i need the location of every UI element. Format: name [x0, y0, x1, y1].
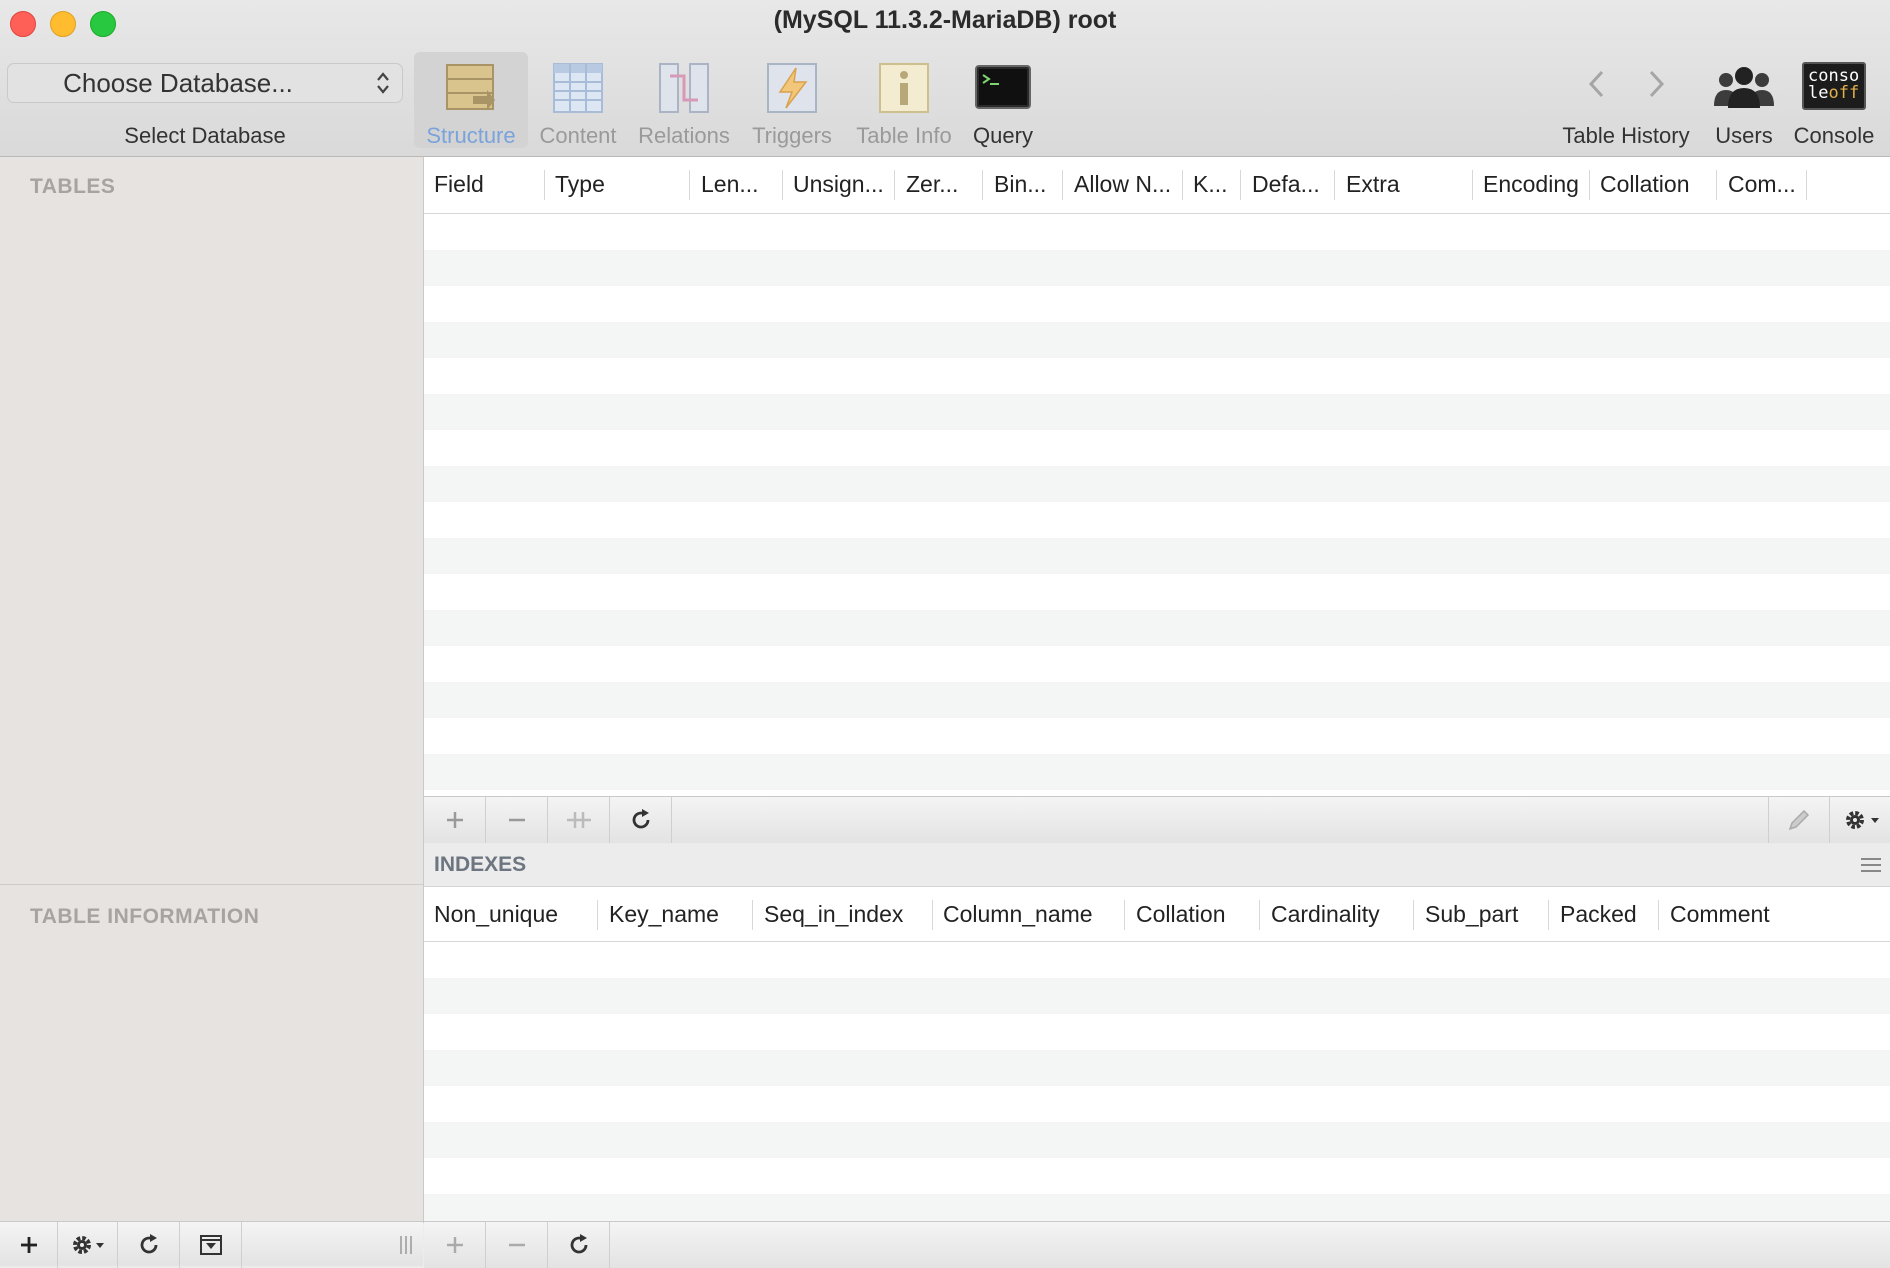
tab-content[interactable]: Content [532, 52, 624, 148]
fields-settings-menu-button[interactable] [1836, 797, 1890, 843]
select-database-caption: Select Database [124, 123, 286, 148]
plus-icon [446, 1237, 463, 1253]
tab-structure-label: Structure [426, 123, 516, 148]
content-table-icon [553, 63, 603, 113]
minus-icon [508, 818, 525, 822]
refresh-icon [140, 1234, 157, 1254]
tab-table-info[interactable]: Table Info [848, 52, 960, 148]
indexes-toolbar [424, 1221, 1890, 1268]
forward-arrow-icon[interactable] [1645, 68, 1667, 100]
fields-toolbar [424, 796, 1890, 843]
users-label: Users [1715, 123, 1773, 148]
indexes-table-body[interactable] [424, 942, 1890, 1222]
tab-query-label: Query [973, 123, 1033, 148]
tab-triggers-label: Triggers [752, 123, 832, 148]
table-info-icon [879, 63, 929, 113]
index-column-comment[interactable]: Comment [1670, 901, 1770, 928]
column-header-unsigned[interactable]: Unsign... [793, 171, 884, 198]
tab-query[interactable]: Query [962, 52, 1044, 148]
structure-icon [446, 64, 495, 110]
relations-icon [659, 63, 709, 113]
index-column-packed[interactable]: Packed [1560, 901, 1637, 928]
tab-relations-label: Relations [638, 123, 730, 148]
column-header-key[interactable]: K... [1193, 171, 1228, 198]
tab-structure[interactable]: Structure [414, 52, 528, 148]
fields-table-header: Field Type Len... Unsign... Zer... Bin..… [424, 157, 1890, 214]
terminal-icon [975, 65, 1031, 109]
add-field-button[interactable] [424, 797, 486, 843]
index-column-seq-in-index[interactable]: Seq_in_index [764, 901, 903, 928]
tab-table-info-label: Table Info [856, 123, 952, 148]
users-icon [1714, 67, 1774, 108]
back-arrow-icon[interactable] [1586, 68, 1608, 100]
table-actions-menu-button[interactable] [58, 1222, 118, 1268]
filter-tables-button[interactable] [180, 1222, 242, 1268]
index-column-key-name[interactable]: Key_name [609, 901, 719, 928]
column-header-field[interactable]: Field [434, 171, 484, 198]
duplicate-field-button[interactable] [548, 797, 610, 843]
gear-dropdown-icon [72, 1236, 104, 1254]
column-header-default[interactable]: Defa... [1252, 171, 1320, 198]
column-header-zerofill[interactable]: Zer... [906, 171, 958, 198]
resize-handle-icon[interactable] [398, 1234, 414, 1256]
index-column-cardinality[interactable]: Cardinality [1271, 901, 1380, 928]
sidebar-divider[interactable] [0, 884, 423, 885]
tab-content-label: Content [539, 123, 617, 148]
column-header-allow-null[interactable]: Allow N... [1074, 171, 1171, 198]
console-icon-text-le: le [1808, 83, 1829, 103]
add-index-button[interactable] [424, 1222, 486, 1268]
table-information-heading: TABLE INFORMATION [30, 905, 260, 928]
remove-field-button[interactable] [486, 797, 548, 843]
column-header-encoding[interactable]: Encoding [1483, 171, 1579, 198]
column-header-comment[interactable]: Com... [1728, 171, 1796, 198]
plus-icon [446, 812, 463, 828]
refresh-tables-button[interactable] [118, 1222, 180, 1268]
triggers-icon [767, 63, 817, 113]
duplicate-plus-icon [566, 812, 591, 828]
menu-lines-icon[interactable] [1860, 856, 1882, 874]
users-button[interactable]: Users [1704, 52, 1784, 148]
index-column-collation[interactable]: Collation [1136, 901, 1226, 928]
tables-heading: TABLES [30, 175, 116, 198]
fields-table-body[interactable] [424, 214, 1890, 796]
tab-relations[interactable]: Relations [632, 52, 736, 148]
column-header-type[interactable]: Type [555, 171, 605, 198]
console-icon-text-off: off [1828, 83, 1860, 103]
refresh-icon [570, 1234, 587, 1254]
database-selector-value: Choose Database... [63, 68, 293, 98]
column-header-binary[interactable]: Bin... [994, 171, 1046, 198]
window-title: (MySQL 11.3.2-MariaDB) root [773, 6, 1117, 34]
column-header-length[interactable]: Len... [701, 171, 759, 198]
refresh-fields-button[interactable] [610, 797, 672, 843]
indexes-table-header: Non_unique Key_name Seq_in_index Column_… [424, 887, 1890, 942]
database-selector[interactable]: Choose Database... [7, 63, 403, 103]
refresh-icon [632, 809, 649, 829]
gear-dropdown-icon [1846, 811, 1879, 829]
filter-box-icon [199, 1235, 222, 1255]
table-history-label: Table History [1562, 123, 1690, 148]
column-header-collation[interactable]: Collation [1600, 171, 1690, 198]
indexes-section-header: INDEXES [424, 844, 1890, 887]
tab-triggers[interactable]: Triggers [744, 52, 840, 148]
indexes-heading: INDEXES [434, 853, 527, 876]
up-down-chevron-icon [377, 72, 389, 94]
index-column-sub-part[interactable]: Sub_part [1425, 901, 1518, 928]
console-button[interactable]: conso leoff Console [1786, 52, 1882, 148]
remove-index-button[interactable] [486, 1222, 548, 1268]
window-toolbar: (MySQL 11.3.2-MariaDB) root Choose Datab… [0, 0, 1890, 157]
edit-field-button[interactable] [1768, 797, 1830, 843]
minus-icon [508, 1243, 525, 1247]
pencil-icon [1788, 809, 1810, 831]
refresh-indexes-button[interactable] [548, 1222, 610, 1268]
add-table-button[interactable] [0, 1222, 58, 1268]
console-label: Console [1793, 123, 1875, 148]
index-column-non-unique[interactable]: Non_unique [434, 901, 558, 928]
column-header-extra[interactable]: Extra [1346, 171, 1400, 198]
console-icon: conso leoff [1802, 62, 1866, 110]
plus-icon [20, 1237, 37, 1253]
sidebar: TABLES TABLE INFORMATION [0, 157, 424, 1223]
index-column-column-name[interactable]: Column_name [943, 901, 1093, 928]
sidebar-toolbar [0, 1221, 423, 1268]
